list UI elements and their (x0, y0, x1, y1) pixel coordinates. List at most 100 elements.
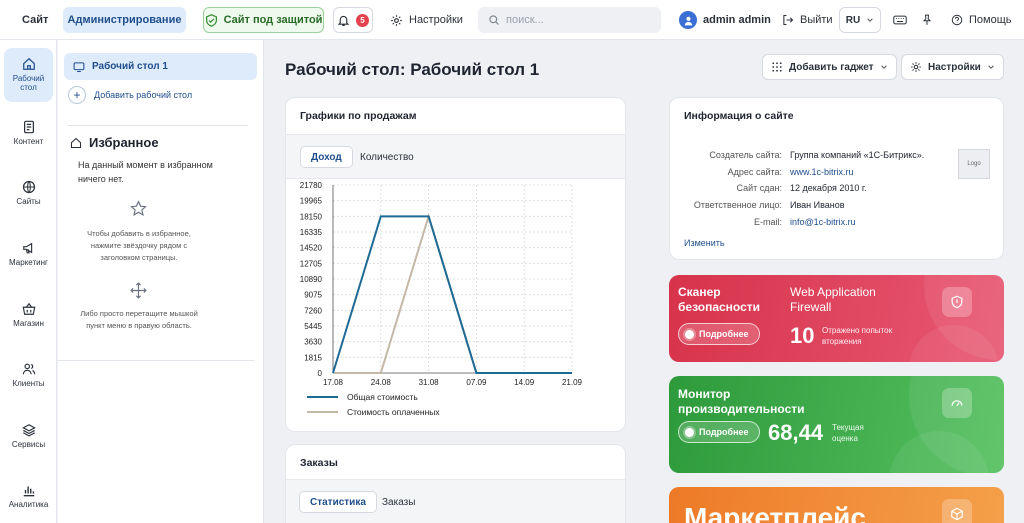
y-tick-label: 16335 (300, 228, 323, 237)
top-bar: Сайт Администрирование Сайт под защитой … (0, 0, 1024, 40)
info-key: Ответственное лицо: (693, 200, 782, 210)
search-input[interactable] (506, 14, 646, 26)
tab-orders[interactable]: Заказы (372, 491, 425, 513)
logout-button[interactable]: Выйти (782, 7, 833, 33)
site-info-title: Информация о сайте (684, 110, 794, 122)
waf-title: Web Application Firewall (790, 285, 876, 314)
avatar (679, 11, 697, 29)
logout-label: Выйти (800, 14, 833, 26)
help-button[interactable]: Помощь (951, 7, 1012, 33)
help-icon (951, 14, 963, 26)
plus-icon: + (68, 86, 86, 104)
monitor-title: Монитор производительности (678, 387, 805, 416)
settings-button[interactable]: Настройки (390, 7, 463, 33)
add-desktop-link[interactable]: + Добавить рабочий стол (68, 86, 192, 104)
info-key: Создатель сайта: (709, 150, 782, 160)
site-tab[interactable]: Сайт (14, 7, 56, 33)
user-menu[interactable]: admin admin (679, 7, 771, 33)
x-tick-label: 07.09 (466, 378, 487, 387)
layers-icon (21, 423, 36, 437)
bell-icon (337, 14, 350, 27)
add-gadget-button[interactable]: Добавить гаджет (762, 54, 897, 80)
y-tick-label: 18150 (300, 212, 323, 221)
series-line (332, 215, 572, 374)
help-label: Помощь (969, 14, 1012, 26)
menu-item-content[interactable]: Контент (4, 120, 53, 146)
info-value: Иван Иванов (790, 200, 845, 210)
orders-tabs: Статистика Заказы (286, 479, 625, 523)
menu-item-sites[interactable]: Сайты (4, 180, 53, 206)
y-tick-label: 3630 (304, 338, 322, 347)
desktop-list-item[interactable]: Рабочий стол 1 (64, 53, 257, 80)
site-url-link[interactable]: www.1c-bitrix.ru (782, 167, 854, 177)
email-link[interactable]: info@1c-bitrix.ru (782, 217, 856, 227)
security-scanner-widget: Сканер безопасности Подробнее Web Applic… (669, 275, 1004, 362)
y-tick-label: 5445 (304, 322, 322, 331)
megaphone-icon (22, 241, 36, 255)
notifications-button[interactable]: 5 (333, 7, 373, 33)
attacks-label: Отражено попыток вторжения (822, 326, 893, 346)
cube-icon (942, 499, 972, 523)
info-row: Ответственное лицо: Иван Иванов (670, 200, 990, 210)
pin-button[interactable] (921, 7, 933, 33)
desktop-settings-button[interactable]: Настройки (901, 54, 1004, 80)
y-tick-label: 9075 (304, 291, 322, 300)
desktop-item-label: Рабочий стол 1 (92, 61, 168, 72)
tab-quantity[interactable]: Количество (350, 146, 424, 168)
favorites-heading: Избранное (70, 135, 159, 150)
admin-tab-label: Администрирование (67, 14, 182, 26)
y-tick-label: 10890 (300, 275, 323, 284)
tab-statistics[interactable]: Статистика (299, 491, 377, 513)
admin-tab[interactable]: Администрирование (63, 7, 186, 33)
menu-item-clients[interactable]: Клиенты (4, 362, 53, 388)
menu-item-label: Маркетинг (9, 258, 48, 267)
site-info-gadget: Информация о сайте Создатель сайта: Групп… (669, 97, 1004, 260)
tab-income[interactable]: Доход (300, 146, 353, 168)
info-value: 12 декабря 2010 г. (790, 183, 867, 193)
chevron-down-icon (866, 16, 874, 24)
keyboard-button[interactable] (893, 7, 907, 33)
divider (58, 360, 254, 361)
gear-icon (910, 61, 922, 73)
desktop-settings-label: Настройки (928, 61, 981, 73)
menu-item-desktop[interactable]: Рабочий стол (4, 48, 53, 102)
language-value: RU (845, 14, 861, 26)
monitor-more-label: Подробнее (699, 427, 749, 437)
x-tick-label: 31.08 (419, 378, 440, 387)
y-tick-label: 7260 (304, 306, 322, 315)
scanner-more-button[interactable]: Подробнее (678, 323, 760, 345)
grid-icon (771, 61, 783, 73)
performance-score-label: Текущая оценка (832, 423, 864, 443)
shield-icon (942, 287, 972, 317)
gauge-icon (942, 388, 972, 418)
edit-site-info-link[interactable]: Изменить (684, 238, 725, 248)
legend-label: Стоимость оплаченных (347, 407, 440, 417)
menu-item-analytics[interactable]: Аналитика (4, 483, 53, 509)
marketplace-widget: Маркетплейс (669, 487, 1004, 523)
favorites-empty-text: На данный момент в избранном ничего нет. (78, 160, 213, 184)
move-icon (130, 282, 147, 299)
add-gadget-label: Добавить гаджет (789, 61, 874, 73)
site-logo: Logo (958, 149, 990, 179)
x-tick-label: 24.08 (371, 378, 392, 387)
menu-item-label: Сайты (16, 197, 41, 206)
y-tick-label: 1815 (304, 353, 322, 362)
site-secure-button[interactable]: Сайт под защитой (203, 7, 324, 33)
x-tick-label: 14.09 (514, 378, 535, 387)
shield-check-icon (205, 13, 218, 27)
performance-monitor-widget: Монитор производительности Подробнее 68,… (669, 376, 1004, 473)
menu-item-services[interactable]: Сервисы (4, 423, 53, 449)
menu-item-shop[interactable]: Магазин (4, 302, 53, 328)
status-dot (685, 329, 694, 339)
menu-item-marketing[interactable]: Маркетинг (4, 241, 53, 267)
side-panel: Рабочий стол 1 + Добавить рабочий стол И… (58, 40, 264, 523)
info-key: E-mail: (753, 217, 782, 227)
monitor-more-button[interactable]: Подробнее (678, 421, 760, 443)
language-select[interactable]: RU (839, 7, 881, 33)
bar-chart-icon (22, 483, 36, 497)
info-row: Адрес сайта: www.1c-bitrix.ru (670, 167, 990, 177)
legend-label: Общая стоимость (347, 392, 418, 402)
y-tick-label: 0 (318, 369, 323, 378)
search-box[interactable] (478, 7, 661, 33)
pin-icon (921, 14, 933, 26)
